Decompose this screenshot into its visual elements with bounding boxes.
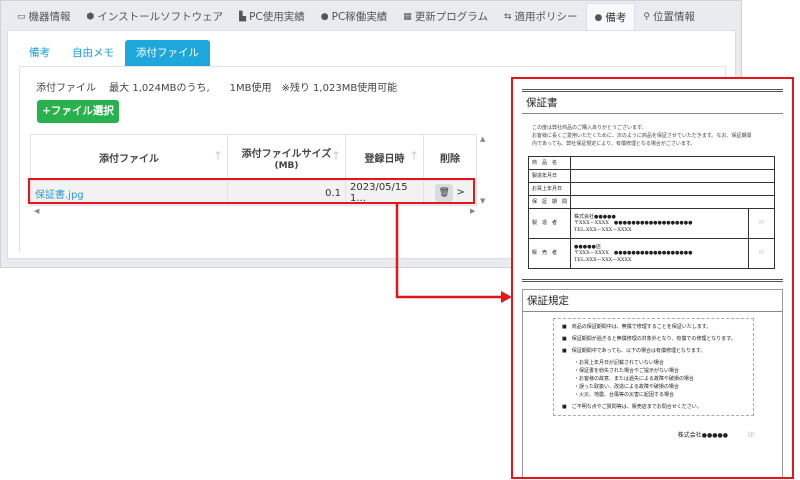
warranty-table: 商 品 名 製造年月日 お買上年月日 保 証 期 間 製 造 者株式会社●●●●…	[528, 156, 775, 269]
doc-title: 保証書	[522, 92, 783, 114]
image-preview: 保証書 この度は弊社商品のご購入ありがとうございます。 お客様に長くご愛用いただ…	[511, 77, 794, 479]
warranty-page: 保証書 この度は弊社商品のご購入ありがとうございます。 お客様に長くご愛用いただ…	[522, 89, 783, 282]
rules-title: 保証規定	[523, 290, 782, 312]
rules-page: 保証規定 ■ 商品の保証期間中は、無償で修理することを保証いたします。 ■ 保証…	[522, 289, 783, 477]
rules-box: ■ 商品の保証期間中は、無償で修理することを保証いたします。 ■ 保証期間が過ぎ…	[553, 318, 754, 416]
